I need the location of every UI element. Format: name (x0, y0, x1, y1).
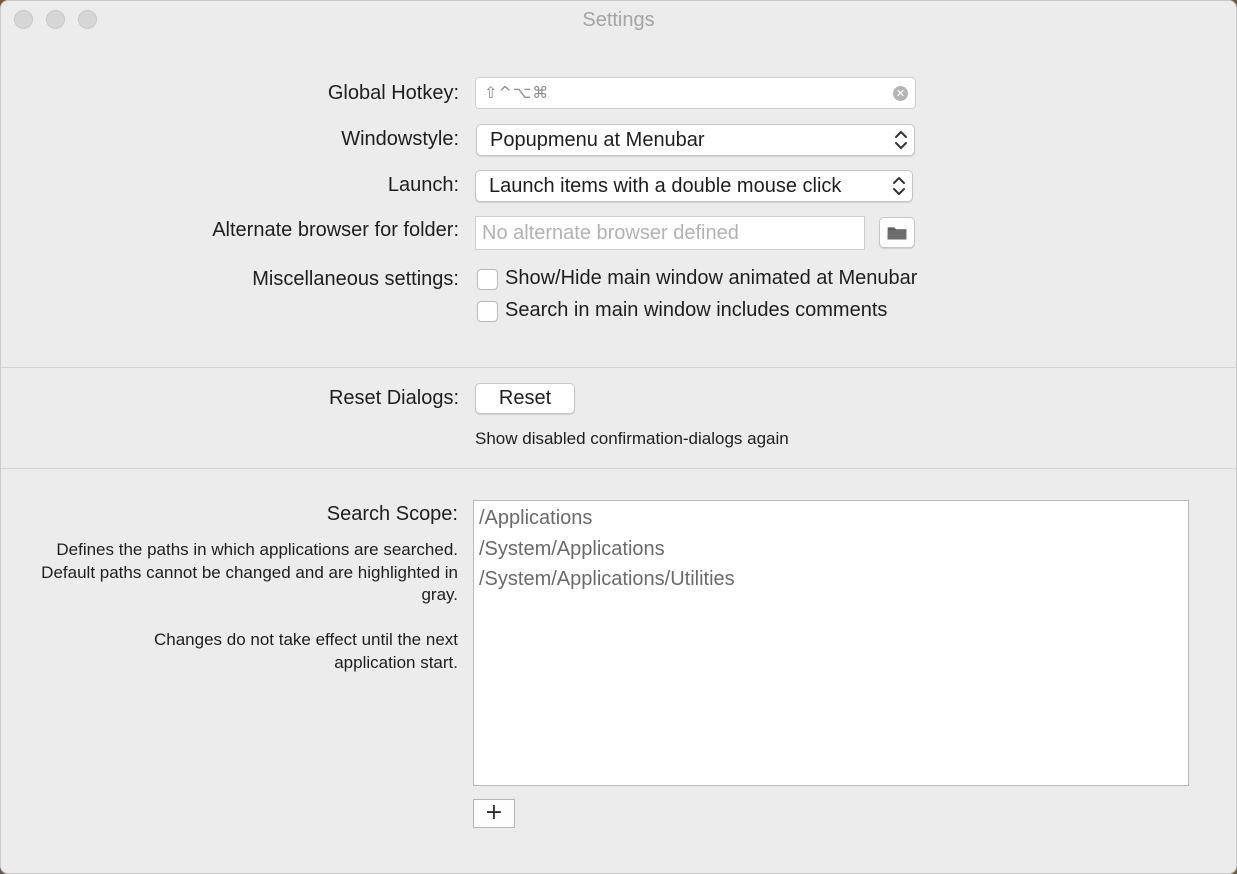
chevron-updown-icon (895, 131, 907, 149)
alt-browser-label: Alternate browser for folder: (212, 219, 459, 241)
section-divider (1, 367, 1236, 368)
alt-browser-input[interactable] (476, 217, 864, 249)
list-item[interactable]: /Applications (479, 507, 592, 530)
search-scope-list[interactable]: /Applications /System/Applications /Syst… (473, 500, 1189, 786)
misc-settings-label: Miscellaneous settings: (252, 268, 459, 290)
launch-label: Launch: (387, 174, 459, 196)
clear-icon[interactable]: ✕ (893, 86, 908, 101)
animated-checkbox[interactable] (477, 269, 498, 290)
animated-checkbox-label: Show/Hide main window animated at Menuba… (505, 267, 918, 289)
chevron-updown-icon (893, 177, 905, 195)
folder-icon (887, 227, 907, 240)
list-item[interactable]: /System/Applications (479, 538, 665, 561)
reset-hint: Show disabled confirmation-dialogs again (475, 429, 789, 448)
comments-checkbox-label: Search in main window includes comments (505, 299, 888, 321)
windowstyle-select[interactable]: Popupmenu at Menubar (476, 124, 915, 156)
launch-select[interactable]: Launch items with a double mouse click (475, 170, 913, 202)
global-hotkey-field[interactable]: ⇧^⌥⌘ ✕ (475, 77, 916, 109)
settings-window: Settings Global Hotkey: ⇧^⌥⌘ ✕ Windowsty… (0, 0, 1237, 874)
search-scope-label: Search Scope: (326, 503, 458, 525)
reset-dialogs-label: Reset Dialogs: (328, 387, 459, 409)
search-scope-description: Defines the paths in which applications … (41, 540, 458, 604)
comments-checkbox[interactable] (477, 301, 498, 322)
windowstyle-label: Windowstyle: (341, 128, 459, 150)
list-item[interactable]: /System/Applications/Utilities (479, 568, 735, 591)
title-bar: Settings (1, 1, 1236, 39)
launch-value: Launch items with a double mouse click (489, 175, 842, 197)
hotkey-value: ⇧^⌥⌘ (484, 83, 550, 102)
choose-folder-button[interactable] (879, 217, 915, 248)
alt-browser-field[interactable] (475, 216, 865, 250)
global-hotkey-label: Global Hotkey: (327, 82, 459, 104)
windowstyle-value: Popupmenu at Menubar (490, 129, 705, 151)
search-scope-note: Changes do not take effect until the nex… (153, 630, 458, 672)
window-title: Settings (582, 9, 655, 31)
reset-button[interactable]: Reset (475, 383, 575, 414)
section-divider (1, 468, 1236, 469)
add-path-button[interactable]: + (473, 799, 515, 828)
